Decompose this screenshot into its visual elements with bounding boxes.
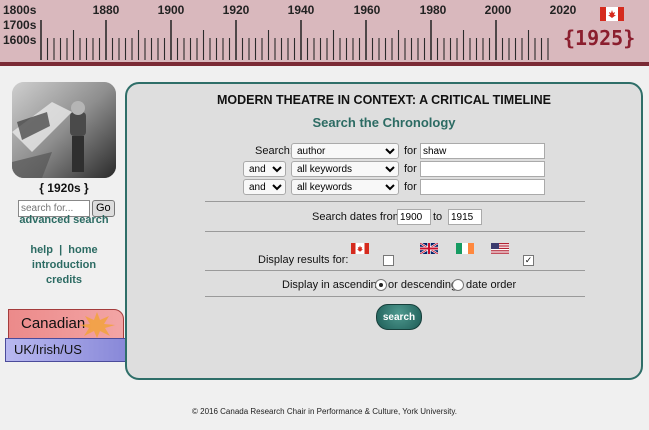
century-label-1600s[interactable]: 1600s (3, 33, 36, 47)
timeline-ticks[interactable] (40, 18, 560, 62)
for-label: for (404, 163, 417, 175)
decade-label[interactable]: 1880 (93, 3, 120, 17)
decade-label[interactable]: 1940 (288, 3, 315, 17)
era-label: { 1920s } (39, 181, 89, 195)
era-photo-image (12, 82, 116, 178)
dates-label: Search dates from: (312, 211, 405, 223)
divider (205, 296, 585, 297)
help-link[interactable]: help (30, 244, 53, 256)
page-title: MODERN THEATRE IN CONTEXT: A CRITICAL TI… (216, 93, 552, 107)
nav-separator: | (59, 244, 63, 256)
page-subtitle: Search the Chronology (312, 115, 456, 130)
operator-select-2[interactable]: and (243, 161, 286, 177)
home-link[interactable]: home (68, 244, 97, 256)
decade-label[interactable]: 1900 (158, 3, 185, 17)
decade-label[interactable]: 1960 (354, 3, 381, 17)
ireland-flag-icon (456, 243, 474, 254)
advanced-search-link[interactable]: advanced search (0, 214, 128, 226)
current-year-badge: {1925} (563, 26, 636, 50)
starburst-icon (79, 312, 115, 338)
to-label: to (433, 211, 443, 223)
decade-label[interactable]: 1980 (420, 3, 447, 17)
for-label: for (404, 181, 417, 193)
search-button[interactable]: search (376, 304, 422, 330)
credits-link[interactable]: credits (0, 273, 128, 288)
search-value-input-2[interactable] (420, 161, 545, 177)
uk-flag-icon (420, 243, 438, 254)
date-to-input[interactable] (448, 209, 482, 225)
radio-ascending[interactable] (375, 279, 387, 291)
decade-scale: 1880 1900 1920 1940 1960 1980 2000 2020 (40, 3, 600, 19)
date-from-input[interactable] (397, 209, 431, 225)
canada-flag-icon[interactable] (600, 7, 624, 21)
search-value-input-1[interactable] (420, 143, 545, 159)
decade-label[interactable]: 1920 (223, 3, 250, 17)
for-label: for (404, 145, 417, 157)
search-value-input-3[interactable] (420, 179, 545, 195)
sidebar-nav: help | home introduction credits (0, 243, 128, 288)
tab-canadian-label: Canadian (21, 315, 86, 332)
decade-label[interactable]: 2020 (550, 3, 577, 17)
radio-dot (379, 283, 383, 287)
radio-descending[interactable] (452, 279, 464, 291)
operator-select-3[interactable]: and (243, 179, 286, 195)
search-field-select-3[interactable]: all keywords (291, 179, 399, 195)
divider (205, 201, 585, 202)
divider (205, 231, 585, 232)
footer-copyright: © 2016 Canada Research Chair in Performa… (192, 407, 457, 416)
checkbox-canadian[interactable] (383, 255, 394, 266)
century-label-1700s[interactable]: 1700s (3, 18, 36, 32)
canada-flag-icon (351, 243, 369, 254)
introduction-link[interactable]: introduction (0, 258, 128, 273)
tab-canadian[interactable]: Canadian (8, 309, 124, 339)
decade-label[interactable]: 2000 (485, 3, 512, 17)
search-label: Search: (255, 145, 293, 157)
tab-uk-irish-us[interactable]: UK/Irish/US (5, 338, 127, 362)
descending-label: or descending (388, 279, 458, 291)
search-field-select-2[interactable]: all keywords (291, 161, 399, 177)
search-field-select-1[interactable]: author (291, 143, 399, 159)
checkbox-usa[interactable]: ✓ (523, 255, 534, 266)
usa-flag-icon (491, 243, 509, 254)
ascending-label: Display in ascending (282, 279, 383, 291)
era-photo[interactable] (12, 82, 116, 178)
tab-uk-irish-us-label: UK/Irish/US (14, 342, 82, 357)
display-results-label: Display results for: (258, 254, 349, 266)
divider (205, 270, 585, 271)
century-label-1800s[interactable]: 1800s (3, 3, 36, 17)
header-divider (0, 62, 649, 66)
date-order-label: date order (466, 279, 517, 291)
